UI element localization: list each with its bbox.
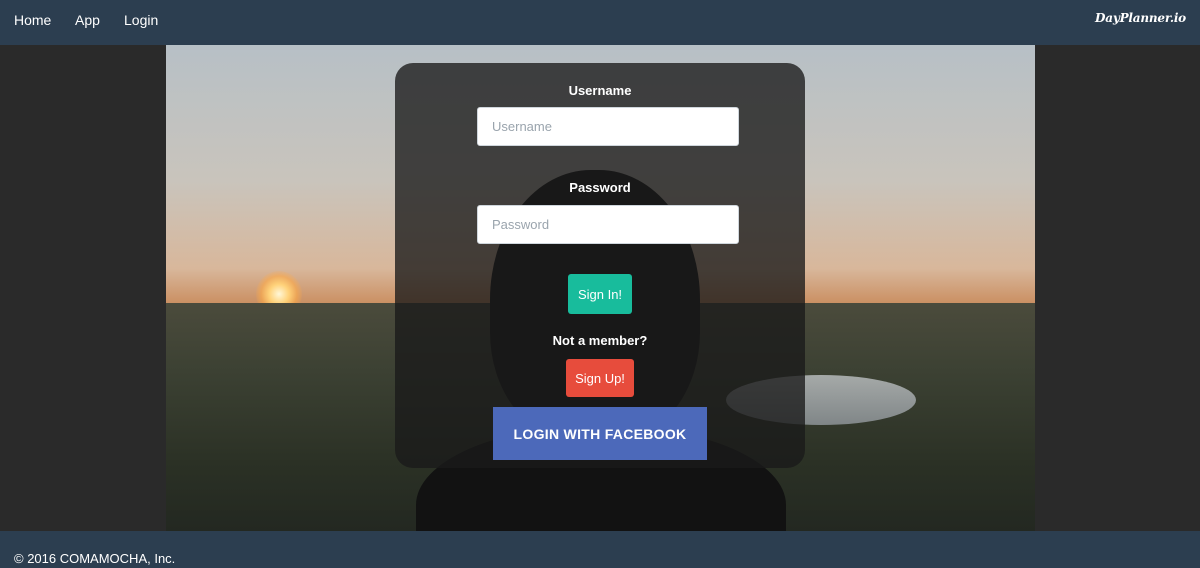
footer: © 2016 COMAMOCHA, Inc.: [0, 531, 1200, 568]
password-input[interactable]: [477, 205, 739, 244]
username-label: Username: [568, 83, 632, 98]
login-with-facebook-button[interactable]: LOGIN WITH FACEBOOK: [493, 407, 707, 460]
login-card: Username Password Sign In! Not a member?…: [395, 63, 805, 468]
password-label: Password: [569, 180, 631, 195]
nav-link-home[interactable]: Home: [14, 12, 51, 28]
sign-in-button[interactable]: Sign In!: [568, 274, 632, 314]
nav-link-app[interactable]: App: [75, 12, 100, 28]
copyright-text: © 2016 COMAMOCHA, Inc.: [14, 551, 176, 566]
username-input[interactable]: [477, 107, 739, 146]
not-a-member-text: Not a member?: [552, 333, 648, 348]
navbar: Home App Login DayPlanner.io: [0, 0, 1200, 45]
nav-link-login[interactable]: Login: [124, 12, 158, 28]
brand-logo[interactable]: DayPlanner.io: [1095, 11, 1186, 25]
sign-up-button[interactable]: Sign Up!: [566, 359, 634, 397]
